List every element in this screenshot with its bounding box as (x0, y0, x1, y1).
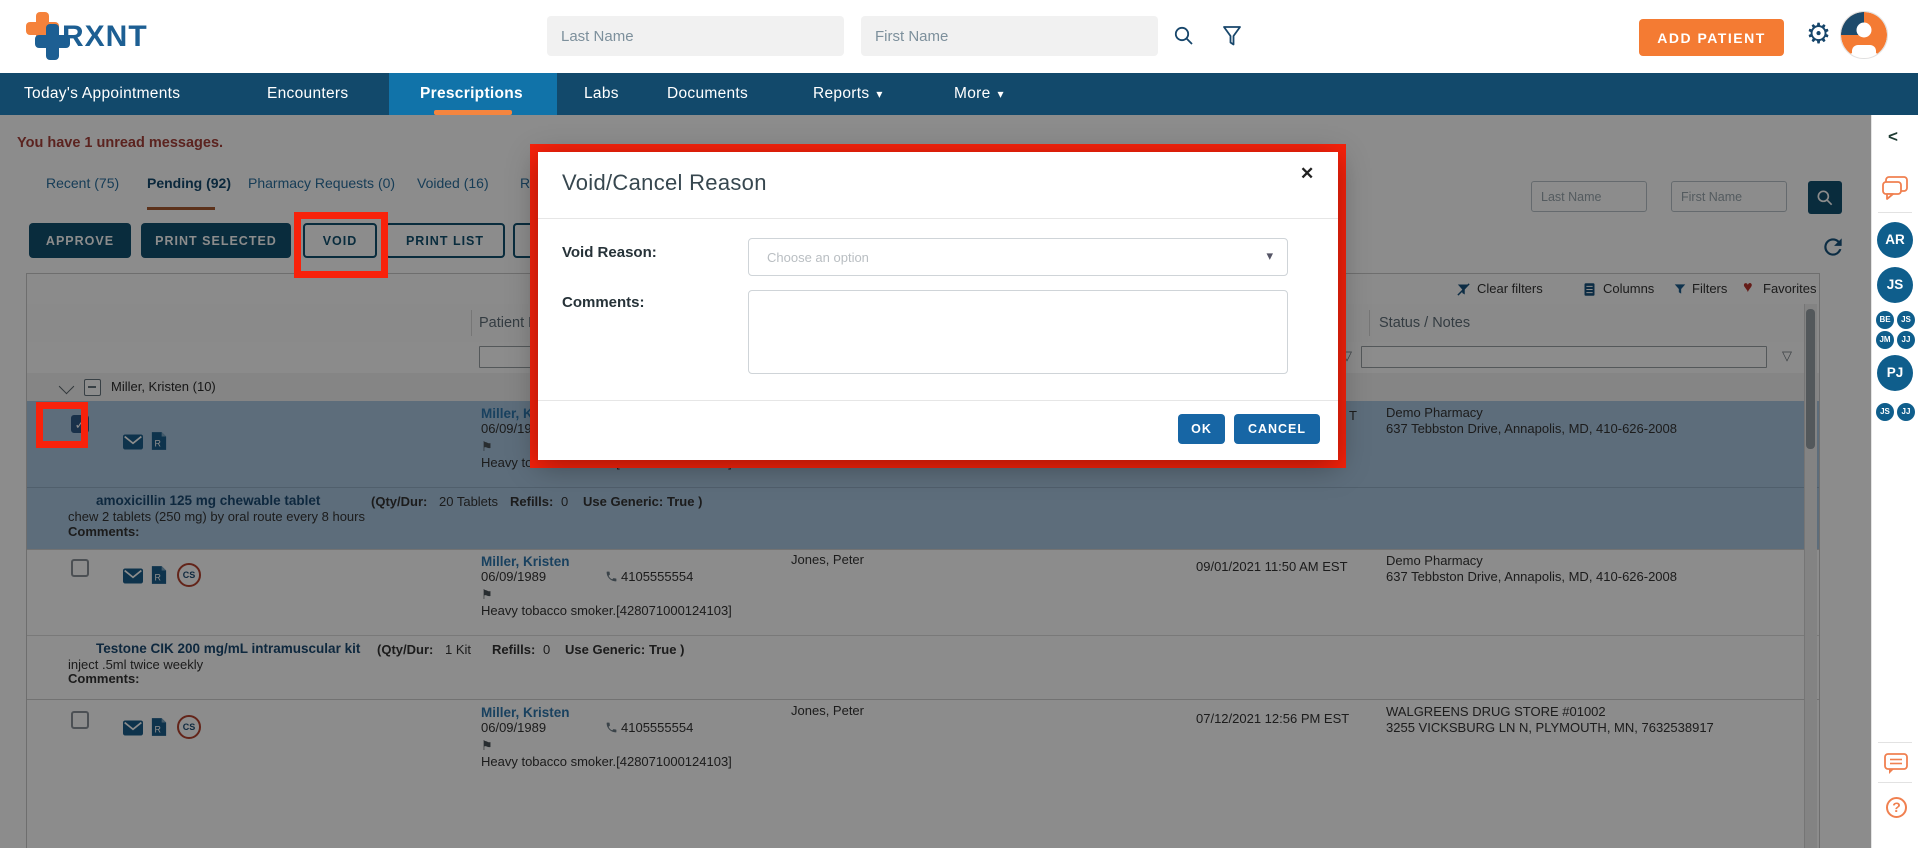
filter-icon[interactable] (1220, 24, 1244, 48)
void-reason-label: Void Reason: (562, 244, 657, 261)
avatar-js-small[interactable]: JS (1897, 311, 1915, 329)
messaging-sidebar: < AR JS BE JS JM JJ PJ JS JJ ? (1871, 115, 1918, 848)
avatar-be[interactable]: BE (1876, 311, 1894, 329)
feedback-message-icon[interactable] (1883, 752, 1909, 776)
nav-labs[interactable]: Labs (584, 73, 619, 115)
help-icon[interactable]: ? (1886, 797, 1907, 818)
search-icon[interactable] (1172, 24, 1196, 48)
nav-reports[interactable]: Reports (813, 73, 883, 115)
brand-name: RXNT (62, 20, 148, 53)
void-reason-select[interactable]: Choose an option ▾ (748, 238, 1288, 276)
modal-title: Void/Cancel Reason (562, 170, 767, 195)
nav-more[interactable]: More (954, 73, 1004, 115)
patient-last-name-input[interactable] (547, 16, 844, 56)
rxnt-app: RXNT ADD PATIENT ⚙ Today's Appointments … (0, 0, 1918, 848)
comments-label: Comments: (562, 294, 645, 311)
collapse-sidebar-icon[interactable]: < (1888, 127, 1898, 147)
comments-textarea[interactable] (748, 290, 1288, 374)
chat-bubbles-icon[interactable] (1881, 175, 1909, 201)
annotation-modal-highlight: Void/Cancel Reason ✕ Void Reason: Choose… (530, 144, 1346, 468)
close-icon[interactable]: ✕ (1300, 164, 1314, 184)
annotation-void-button (294, 212, 388, 278)
avatar-pj[interactable]: PJ (1877, 355, 1913, 391)
app-header: RXNT ADD PATIENT ⚙ (0, 0, 1918, 73)
gear-icon[interactable]: ⚙ (1806, 14, 1831, 54)
chevron-down-icon: ▾ (1266, 248, 1273, 263)
avatar-ar[interactable]: AR (1877, 222, 1913, 258)
main-nav: Today's Appointments Encounters Prescrip… (0, 73, 1918, 115)
cancel-button[interactable]: CANCEL (1234, 414, 1320, 444)
avatar-jj-small-2[interactable]: JJ (1897, 403, 1915, 421)
nav-todays-appointments[interactable]: Today's Appointments (24, 73, 180, 115)
avatar-jj[interactable]: JJ (1897, 331, 1915, 349)
user-avatar[interactable] (1840, 11, 1888, 59)
annotation-row1-checkbox (36, 402, 88, 448)
ok-button[interactable]: OK (1178, 414, 1225, 444)
void-reason-placeholder: Choose an option (767, 250, 869, 265)
avatar-js[interactable]: JS (1877, 267, 1913, 303)
avatar-js-small-2[interactable]: JS (1876, 403, 1894, 421)
patient-first-name-input[interactable] (861, 16, 1158, 56)
avatar-jm[interactable]: JM (1876, 331, 1894, 349)
nav-encounters[interactable]: Encounters (267, 73, 348, 115)
void-cancel-modal: Void/Cancel Reason ✕ Void Reason: Choose… (538, 152, 1338, 460)
nav-documents[interactable]: Documents (667, 73, 748, 115)
nav-prescriptions[interactable]: Prescriptions (420, 73, 523, 115)
add-patient-button[interactable]: ADD PATIENT (1639, 19, 1784, 56)
